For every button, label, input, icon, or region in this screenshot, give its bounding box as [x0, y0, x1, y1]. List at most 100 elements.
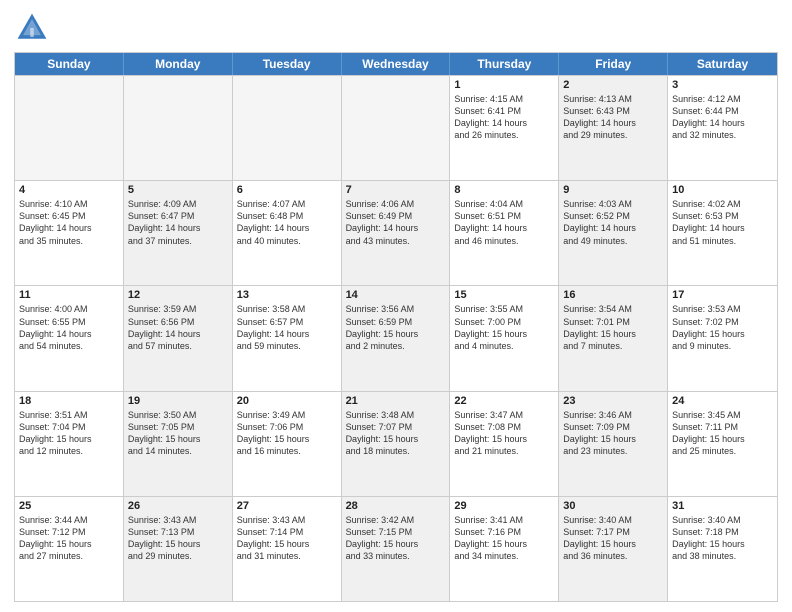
cell-info: Sunrise: 3:45 AMSunset: 7:11 PMDaylight:…	[672, 409, 773, 458]
calendar-cell: 14 Sunrise: 3:56 AMSunset: 6:59 PMDayligh…	[342, 286, 451, 390]
day-number: 8	[454, 184, 554, 196]
weekday-header: Saturday	[668, 53, 777, 75]
calendar-cell	[342, 76, 451, 180]
calendar-cell: 6 Sunrise: 4:07 AMSunset: 6:48 PMDaylight…	[233, 181, 342, 285]
header	[14, 10, 778, 46]
day-number: 3	[672, 79, 773, 91]
calendar-week: 18 Sunrise: 3:51 AMSunset: 7:04 PMDayligh…	[15, 391, 777, 496]
calendar: SundayMondayTuesdayWednesdayThursdayFrid…	[14, 52, 778, 602]
logo-icon	[14, 10, 50, 46]
day-number: 23	[563, 395, 663, 407]
day-number: 27	[237, 500, 337, 512]
calendar-cell: 3 Sunrise: 4:12 AMSunset: 6:44 PMDaylight…	[668, 76, 777, 180]
weekday-header: Tuesday	[233, 53, 342, 75]
calendar-cell: 26Sunrise: 3:43 AMSunset: 7:13 PMDayligh…	[124, 497, 233, 601]
calendar-cell: 17 Sunrise: 3:53 AMSunset: 7:02 PMDayligh…	[668, 286, 777, 390]
day-number: 17	[672, 289, 773, 301]
weekday-header: Monday	[124, 53, 233, 75]
cell-info: Sunrise: 4:09 AMSunset: 6:47 PMDaylight:…	[128, 198, 228, 247]
calendar-cell: 20 Sunrise: 3:49 AMSunset: 7:06 PMDayligh…	[233, 392, 342, 496]
day-number: 1	[454, 79, 554, 91]
day-number: 13	[237, 289, 337, 301]
calendar-cell	[233, 76, 342, 180]
day-number: 31	[672, 500, 773, 512]
weekday-header: Sunday	[15, 53, 124, 75]
day-number: 5	[128, 184, 228, 196]
calendar-cell: 27 Sunrise: 3:43 AMSunset: 7:14 PMDayligh…	[233, 497, 342, 601]
cell-info: Sunrise: 4:07 AMSunset: 6:48 PMDaylight:…	[237, 198, 337, 247]
cell-info: Sunrise: 3:59 AMSunset: 6:56 PMDaylight:…	[128, 303, 228, 352]
calendar-cell: 1 Sunrise: 4:15 AMSunset: 6:41 PMDaylight…	[450, 76, 559, 180]
calendar-cell: 16 Sunrise: 3:54 AMSunset: 7:01 PMDayligh…	[559, 286, 668, 390]
calendar-cell: 22 Sunrise: 3:47 AMSunset: 7:08 PMDayligh…	[450, 392, 559, 496]
calendar-cell: 15 Sunrise: 3:55 AMSunset: 7:00 PMDayligh…	[450, 286, 559, 390]
day-number: 20	[237, 395, 337, 407]
cell-info: Sunrise: 4:10 AMSunset: 6:45 PMDaylight:…	[19, 198, 119, 247]
calendar-cell: 23 Sunrise: 3:46 AMSunset: 7:09 PMDayligh…	[559, 392, 668, 496]
cell-info: Sunrise: 3:42 AMSunset: 7:15 PMDaylight:…	[346, 514, 446, 563]
day-number: 25	[19, 500, 119, 512]
cell-info: Sunrise: 4:04 AMSunset: 6:51 PMDaylight:…	[454, 198, 554, 247]
cell-info: Sunrise: 3:50 AMSunset: 7:05 PMDaylight:…	[128, 409, 228, 458]
day-number: 7	[346, 184, 446, 196]
calendar-cell: 2 Sunrise: 4:13 AMSunset: 6:43 PMDaylight…	[559, 76, 668, 180]
calendar-cell	[124, 76, 233, 180]
calendar-cell: 31 Sunrise: 3:40 AMSunset: 7:18 PMDayligh…	[668, 497, 777, 601]
cell-info: Sunrise: 3:53 AMSunset: 7:02 PMDaylight:…	[672, 303, 773, 352]
day-number: 24	[672, 395, 773, 407]
cell-info: Sunrise: 3:56 AMSunset: 6:59 PMDaylight:…	[346, 303, 446, 352]
calendar-cell: 28 Sunrise: 3:42 AMSunset: 7:15 PMDayligh…	[342, 497, 451, 601]
calendar-cell: 13 Sunrise: 3:58 AMSunset: 6:57 PMDayligh…	[233, 286, 342, 390]
cell-info: Sunrise: 3:47 AMSunset: 7:08 PMDaylight:…	[454, 409, 554, 458]
cell-info: Sunrise: 4:02 AMSunset: 6:53 PMDaylight:…	[672, 198, 773, 247]
cell-info: Sunrise: 3:55 AMSunset: 7:00 PMDaylight:…	[454, 303, 554, 352]
cell-info: Sunrise: 3:49 AMSunset: 7:06 PMDaylight:…	[237, 409, 337, 458]
day-number: 19	[128, 395, 228, 407]
day-number: 11	[19, 289, 119, 301]
day-number: 2	[563, 79, 663, 91]
cell-info: Sunrise: 4:13 AMSunset: 6:43 PMDaylight:…	[563, 93, 663, 142]
day-number: 29	[454, 500, 554, 512]
calendar-header: SundayMondayTuesdayWednesdayThursdayFrid…	[15, 53, 777, 75]
cell-info: Sunrise: 3:48 AMSunset: 7:07 PMDaylight:…	[346, 409, 446, 458]
calendar-week: 11 Sunrise: 4:00 AMSunset: 6:55 PMDayligh…	[15, 285, 777, 390]
cell-info: Sunrise: 4:12 AMSunset: 6:44 PMDaylight:…	[672, 93, 773, 142]
calendar-cell: 4Sunrise: 4:10 AMSunset: 6:45 PMDaylight…	[15, 181, 124, 285]
day-number: 10	[672, 184, 773, 196]
calendar-body: 1 Sunrise: 4:15 AMSunset: 6:41 PMDaylight…	[15, 75, 777, 601]
day-number: 26	[128, 500, 228, 512]
cell-info: Sunrise: 3:40 AMSunset: 7:17 PMDaylight:…	[563, 514, 663, 563]
day-number: 12	[128, 289, 228, 301]
calendar-cell: 25 Sunrise: 3:44 AMSunset: 7:12 PMDayligh…	[15, 497, 124, 601]
day-number: 16	[563, 289, 663, 301]
calendar-cell	[15, 76, 124, 180]
calendar-cell: 29 Sunrise: 3:41 AMSunset: 7:16 PMDayligh…	[450, 497, 559, 601]
cell-info: Sunrise: 3:43 AMSunset: 7:14 PMDaylight:…	[237, 514, 337, 563]
day-number: 28	[346, 500, 446, 512]
cell-info: Sunrise: 3:40 AMSunset: 7:18 PMDaylight:…	[672, 514, 773, 563]
cell-info: Sunrise: 3:41 AMSunset: 7:16 PMDaylight:…	[454, 514, 554, 563]
cell-info: Sunrise: 3:58 AMSunset: 6:57 PMDaylight:…	[237, 303, 337, 352]
cell-info: Sunrise: 3:44 AMSunset: 7:12 PMDaylight:…	[19, 514, 119, 563]
cell-info: Sunrise: 4:03 AMSunset: 6:52 PMDaylight:…	[563, 198, 663, 247]
cell-info: Sunrise: 3:54 AMSunset: 7:01 PMDaylight:…	[563, 303, 663, 352]
cell-info: Sunrise: 4:15 AMSunset: 6:41 PMDaylight:…	[454, 93, 554, 142]
day-number: 18	[19, 395, 119, 407]
calendar-cell: 7 Sunrise: 4:06 AMSunset: 6:49 PMDaylight…	[342, 181, 451, 285]
day-number: 14	[346, 289, 446, 301]
day-number: 9	[563, 184, 663, 196]
day-number: 15	[454, 289, 554, 301]
day-number: 21	[346, 395, 446, 407]
day-number: 30	[563, 500, 663, 512]
cell-info: Sunrise: 4:00 AMSunset: 6:55 PMDaylight:…	[19, 303, 119, 352]
calendar-cell: 18 Sunrise: 3:51 AMSunset: 7:04 PMDayligh…	[15, 392, 124, 496]
cell-info: Sunrise: 3:51 AMSunset: 7:04 PMDaylight:…	[19, 409, 119, 458]
calendar-cell: 5 Sunrise: 4:09 AMSunset: 6:47 PMDaylight…	[124, 181, 233, 285]
day-number: 6	[237, 184, 337, 196]
calendar-cell: 19 Sunrise: 3:50 AMSunset: 7:05 PMDayligh…	[124, 392, 233, 496]
calendar-cell: 30 Sunrise: 3:40 AMSunset: 7:17 PMDayligh…	[559, 497, 668, 601]
cell-info: Sunrise: 4:06 AMSunset: 6:49 PMDaylight:…	[346, 198, 446, 247]
cell-info: Sunrise: 3:46 AMSunset: 7:09 PMDaylight:…	[563, 409, 663, 458]
day-number: 22	[454, 395, 554, 407]
calendar-cell: 10 Sunrise: 4:02 AMSunset: 6:53 PMDayligh…	[668, 181, 777, 285]
